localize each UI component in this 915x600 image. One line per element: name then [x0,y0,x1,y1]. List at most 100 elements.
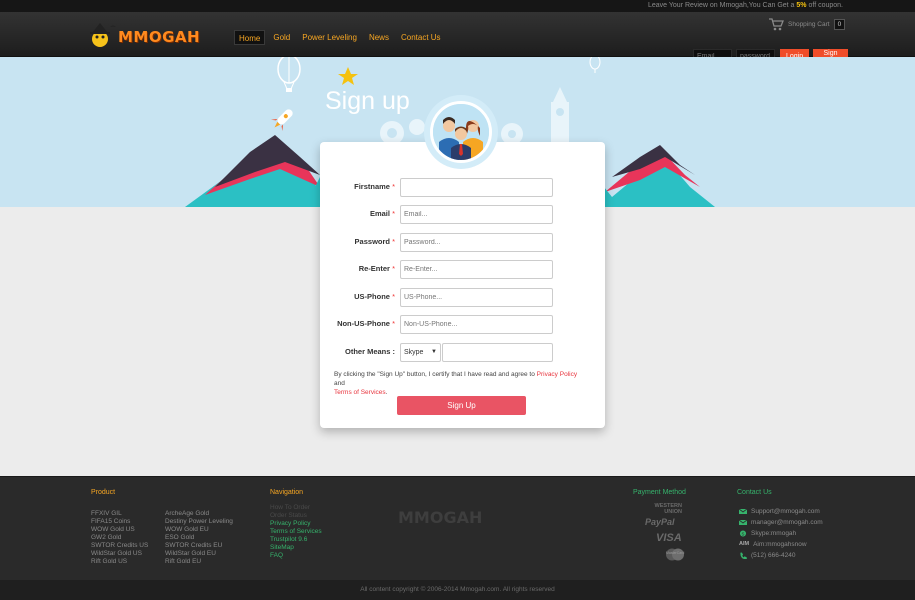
footer-link[interactable]: How To Order [270,504,322,512]
contact-email-support[interactable]: Support@mmogah.com [739,506,859,517]
non-us-phone-input[interactable] [400,315,553,334]
email-input[interactable] [400,205,553,224]
rocket-icon [270,109,293,132]
main-nav: Home Gold Power Leveling News Contact Us [234,30,449,45]
firstname-input[interactable] [400,178,553,197]
footer-link[interactable]: ArcheAge Gold [165,510,233,518]
footer-link[interactable]: WOW Gold EU [165,526,233,534]
witch-mascot-icon [90,23,116,47]
nav-home[interactable]: Home [234,30,266,45]
reenter-label: Re-Enter * [358,264,395,273]
western-union-logo: WESTERN UNION [654,503,683,515]
promo-percent: 5% [796,2,807,9]
aim-icon: AIM [739,541,750,547]
nav-contact-us[interactable]: Contact Us [397,30,445,45]
phone-icon [740,552,747,559]
us-phone-input[interactable] [400,288,553,307]
users-group-icon [433,104,489,160]
email-row: Email * [320,205,605,224]
logo-text: MMOGAH [118,28,201,46]
us-phone-row: US-Phone * [320,288,605,307]
promo-text-pre: Leave Your Review on Mmogah,You Can Get … [648,2,797,9]
skype-icon: S [739,530,747,537]
other-means-select[interactable]: Skype ▼ [400,343,441,362]
email-label: Email * [369,209,395,218]
footer-navigation-title: Navigation [270,489,304,496]
footer-link[interactable]: Terms of Services [270,528,322,536]
non-us-phone-label: Non-US-Phone * [337,319,395,328]
footer-link[interactable]: SiteMap [270,544,322,552]
footer-link[interactable]: WildStar Gold US [91,550,148,558]
footer-link[interactable]: FAQ [270,552,322,560]
footer-link[interactable]: FIFA15 Coins [91,518,148,526]
reenter-row: Re-Enter * [320,260,605,279]
hot-air-balloon-icon [277,57,301,92]
contact-phone[interactable]: (512) 666-4240 [739,550,859,561]
contact-aim[interactable]: AIM Aim:mmogahsnow [739,539,859,550]
shopping-cart[interactable]: Shopping Cart 0 [768,16,846,32]
password-input[interactable] [400,233,553,252]
svg-text:S: S [742,531,745,536]
footer-link[interactable]: WOW Gold US [91,526,148,534]
users-avatar [430,101,492,163]
nav-news[interactable]: News [365,30,393,45]
footer-link[interactable]: SWTOR Credits US [91,542,148,550]
non-us-phone-row: Non-US-Phone * [320,315,605,334]
site-logo[interactable]: MMOGAH [88,21,208,51]
nav-gold[interactable]: Gold [269,30,294,45]
footer-product-list-1: FFXIV GIL FIFA15 Coins WOW Gold US GW2 G… [91,510,148,566]
page-title: Sign up [325,87,410,115]
password-label: Password * [354,237,395,246]
terms-text: By clicking the "Sign Up" button, I cert… [334,371,578,396]
chevron-down-icon: ▼ [431,349,437,355]
footer-link[interactable]: Order Status [270,512,322,520]
cart-count-badge: 0 [833,18,846,30]
nav-power-leveling[interactable]: Power Leveling [298,30,361,45]
copyright-text: All content copyright © 2006-2014 Mmogah… [0,580,915,600]
mastercard-label: MasterCard [666,551,685,555]
footer-link[interactable]: Rift Gold EU [165,558,233,566]
reenter-input[interactable] [400,260,553,279]
cart-label: Shopping Cart [788,20,830,28]
footer-link[interactable]: SWTOR Credits EU [165,542,233,550]
footer-link[interactable]: Destiny Power Leveling [165,518,233,526]
footer-link[interactable]: FFXIV GIL [91,510,148,518]
footer-link[interactable]: Trustpilot 9.6 [270,536,322,544]
contact-email-manager[interactable]: manager@mmogah.com [739,517,859,528]
footer-link[interactable]: WildStar Gold EU [165,550,233,558]
mail-icon [739,519,747,525]
footer-product-title: Product [91,489,116,496]
footer-payment-title: Payment Method [633,489,686,496]
small-balloon-icon [589,57,601,73]
promo-text-post: off coupon. [806,2,843,9]
contact-skype[interactable]: S Skype:mmogah [739,528,859,539]
terms-of-services-link[interactable]: Terms of Services [334,389,386,396]
footer-product-list-2: ArcheAge Gold Destiny Power Leveling WOW… [165,510,233,566]
privacy-policy-link[interactable]: Privacy Policy [537,371,577,378]
footer-contact-list: Support@mmogah.com manager@mmogah.com S … [739,506,859,561]
password-row: Password * [320,233,605,252]
us-phone-label: US-Phone * [354,292,395,301]
footer-link[interactable]: GW2 Gold [91,534,148,542]
star-icon [338,67,358,85]
other-means-label: Other Means : [344,347,395,356]
visa-logo: VISA [656,532,682,544]
cart-icon [769,18,784,31]
footer-link[interactable]: Privacy Policy [270,520,322,528]
footer-contact-title: Contact Us [737,489,772,496]
site-header: MMOGAH Home Gold Power Leveling News Con… [0,12,915,64]
footer-navigation-list: How To Order Order Status Privacy Policy… [270,504,322,560]
firstname-row: Firstname * [320,178,605,197]
mastercard-logo: MasterCard [664,548,686,561]
footer-logo: MMOGAH [398,508,483,527]
other-means-row: Other Means : Skype ▼ [320,343,605,362]
firstname-label: Firstname * [354,182,395,191]
clock-tower-icon [551,87,569,147]
signup-submit-button[interactable]: Sign Up [397,396,526,415]
promo-bar: Leave Your Review on Mmogah,You Can Get … [0,0,915,12]
footer-link[interactable]: ESO Gold [165,534,233,542]
footer-link[interactable]: Rift Gold US [91,558,148,566]
other-means-selected: Skype [404,349,424,356]
paypal-logo: PayPal [645,517,675,527]
other-means-input[interactable] [442,343,553,362]
